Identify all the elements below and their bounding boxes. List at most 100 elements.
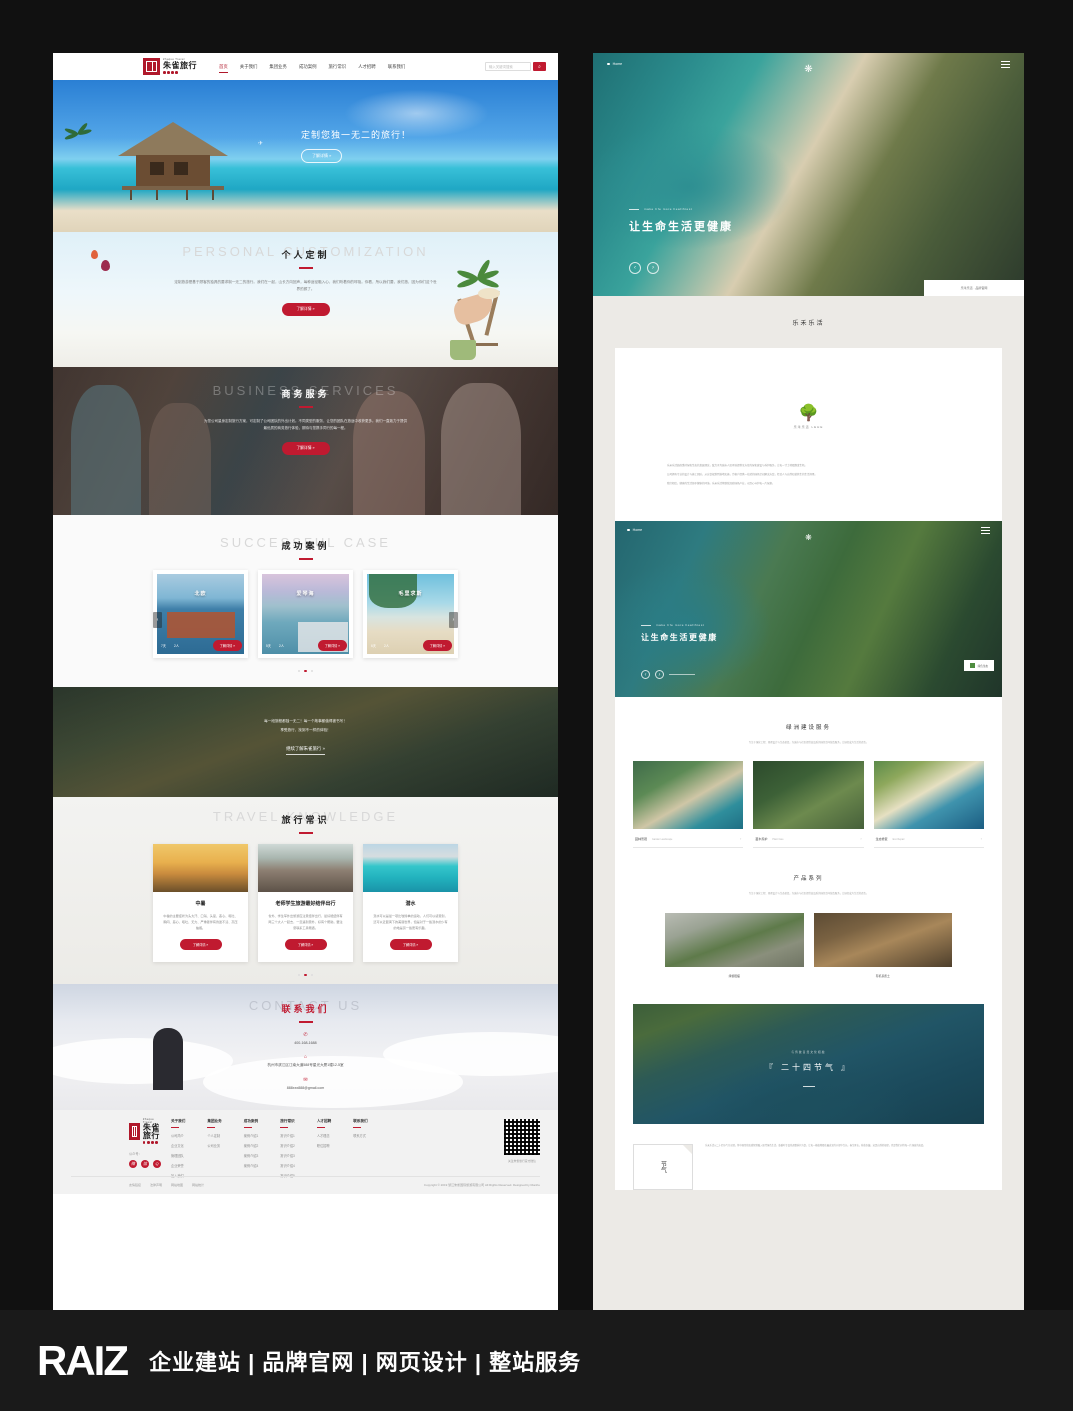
knowledge-card[interactable]: 潜水 潜水可以是最一项比较简单的运动，人们可以感受到，还可以近距离下的美丽世界，… (363, 843, 458, 962)
knowledge-cta-button[interactable]: 了解详情 » (284, 939, 327, 951)
search-icon[interactable]: ⌕ (533, 62, 546, 71)
footer-bottom-link[interactable]: 网站统计 (192, 1183, 204, 1187)
product-item[interactable]: 有机基质土 (813, 912, 952, 978)
knowledge-card[interactable]: 老师学生旅游最好结伴出行 省外、学生军外出旅游应注意结伴出行，最好能结伴有两三个… (258, 843, 353, 962)
portfolio-showcase: Zhuque Travel 朱雀旅行 首页 关于我们 集团业务 成功案例 旅行常… (0, 0, 1073, 1411)
service-item[interactable]: 生态修复 Eco Repair › (873, 761, 984, 849)
product-image-soil (813, 912, 952, 967)
case-card[interactable]: 爱琴海 5天 2人 了解详情 » (258, 569, 353, 658)
footer-link[interactable]: 常识介绍4 (280, 1163, 295, 1168)
quote-cta-link[interactable]: 继续了解朱雀旅行 » (286, 746, 325, 756)
nav-item-about[interactable]: 关于我们 (240, 64, 258, 70)
inner-snowflake-logo[interactable]: ❋ (805, 527, 812, 545)
last-article-body: 乐禾乐活以二十四节气为灵感，将中国传统农耕智慧融入现代绿色生活。依循时令变化调整… (705, 1144, 926, 1147)
circle-prev-icon[interactable]: ‹ (629, 262, 641, 274)
weibo-icon[interactable]: 微 (129, 1159, 137, 1168)
solar-terms-card[interactable]: 节气 (633, 1143, 693, 1190)
case-carousel-dots[interactable] (53, 669, 558, 673)
footer-link[interactable]: 人才理念 (317, 1133, 331, 1138)
footer-col-head[interactable]: 联系我们 (353, 1119, 368, 1128)
bs-cta-button[interactable]: 了解详情 » (281, 441, 330, 455)
nav-item-contact[interactable]: 联系我们 (388, 64, 406, 70)
pc-cta-button[interactable]: 了解详情 » (281, 302, 330, 316)
product-item[interactable]: 绿植租摆 (665, 912, 804, 978)
footer-link[interactable]: 常识介绍2 (280, 1143, 295, 1148)
case-card[interactable]: 毛里求斯 6天 2人 了解详情 » › (363, 569, 458, 658)
footer-link[interactable]: 管理团队 (171, 1153, 185, 1158)
footer-link[interactable]: 联系方式 (353, 1133, 367, 1138)
footer-link[interactable]: 企业文化 (171, 1143, 185, 1148)
chevron-left-icon[interactable]: ‹ (153, 611, 162, 628)
nav-item-knowledge[interactable]: 旅行常识 (329, 64, 347, 70)
footer-bottom-link[interactable]: 友情链接 (129, 1183, 141, 1187)
chevron-right-icon[interactable]: › (740, 836, 741, 841)
footer-bottom-link[interactable]: 网站地图 (171, 1183, 183, 1187)
hero-cta-button[interactable]: 了解详情 » (301, 149, 343, 163)
footer-link[interactable]: 案例介绍1 (244, 1133, 259, 1138)
case-title: 北欧 (194, 590, 207, 597)
service-image-plantcare (753, 761, 864, 830)
circle-next-icon[interactable]: › (647, 262, 659, 274)
footer-col-head[interactable]: 关于我们 (171, 1119, 185, 1128)
wechat-icon[interactable]: 信 (141, 1159, 149, 1168)
raiz-brand-bar: RAIZ 企业建站 | 品牌官网 | 网页设计 | 整站服务 (0, 1310, 1073, 1411)
green-tree-icon: 🌳 (798, 405, 819, 422)
nav-item-careers[interactable]: 人才招聘 (358, 64, 376, 70)
circle-prev-icon[interactable]: ‹ (641, 670, 650, 679)
left-logo[interactable]: Zhuque Travel 朱雀旅行 (143, 58, 197, 75)
footer-link[interactable]: 个人定制 (207, 1133, 221, 1138)
knowledge-cta-button[interactable]: 了解详情 » (389, 939, 432, 951)
footer-bottom-link[interactable]: 法律声明 (150, 1183, 162, 1187)
qr-caption: 关注朱雀旅行官方微信 (508, 1159, 536, 1163)
nav-item-business[interactable]: 集团业务 (269, 64, 287, 70)
contact-email[interactable]: 888xxx888@gmail.com (53, 1086, 558, 1090)
brand-band: 乐禾乐活 (593, 296, 1024, 348)
service-cap-cn: 园林景观 (635, 836, 648, 841)
search-input[interactable]: 输入关键词搜索 (485, 62, 531, 71)
seal-logo-icon (143, 58, 160, 75)
right-content-sheet: 🌳 乐禾乐活 LEHE 乐禾乐活始终秉持绿色生态的发展理念，致力于为城市人居环境… (615, 348, 1002, 1190)
snowflake-logo[interactable]: ❋ (804, 59, 812, 77)
footer-link[interactable]: 公司简介 (171, 1133, 185, 1138)
case-cta-button[interactable]: 了解详情 » (422, 639, 452, 651)
chevron-right-icon[interactable]: › (860, 836, 861, 841)
footer-link[interactable]: 职位招聘 (317, 1143, 331, 1148)
footer-logo[interactable]: Zhuque Travel 朱雀旅行 (129, 1118, 163, 1144)
chevron-right-icon[interactable]: › (981, 836, 982, 841)
progress-bar (669, 674, 695, 675)
hamburger-icon[interactable] (1001, 60, 1010, 68)
services-grid: 园林景观 Garden Landscape › 苗木养护 Plant Care … (615, 761, 1002, 849)
footer-col-head[interactable]: 旅行常识 (280, 1119, 295, 1128)
footer-link[interactable]: 常识介绍1 (280, 1133, 295, 1138)
footer-link[interactable]: 常识介绍3 (280, 1153, 295, 1158)
inner-home-link[interactable]: Home (627, 528, 642, 532)
footer-link[interactable]: 企业荣誉 (171, 1163, 185, 1168)
circle-next-icon[interactable]: › (655, 670, 664, 679)
knowledge-carousel-dots[interactable] (53, 973, 558, 977)
home-link[interactable]: Home (607, 62, 622, 66)
service-item[interactable]: 园林景观 Garden Landscape › (633, 761, 744, 849)
case-card[interactable]: 北欧 7天 2人 了解详情 » ‹ (153, 569, 248, 658)
footer-link[interactable]: 案例介绍2 (244, 1143, 259, 1148)
knowledge-card[interactable]: 中暑 中暑的主要症状为头大汗、口渴、头晕、恶心、呕吐、胸闷、恶心、呕吐、无力、严… (153, 843, 248, 962)
intro-paragraphs: 乐禾乐活始终秉持绿色生态的发展理念，致力于为城市人居环境提供全方位的绿化建设与养… (615, 429, 1002, 487)
nav-item-cases[interactable]: 成功案例 (299, 64, 317, 70)
knowledge-image-diving (363, 843, 458, 892)
case-cta-button[interactable]: 了解详情 » (212, 639, 242, 651)
footer-link[interactable]: 公司业务 (207, 1143, 221, 1148)
inner-hamburger-icon[interactable] (981, 526, 990, 534)
chevron-right-icon[interactable]: › (449, 611, 458, 628)
products-desc: 专注于绿化工程、景观设计与生态修复，为城市与社区提供高品质的绿色空间营造服务，让… (748, 892, 869, 896)
qq-icon[interactable]: Q (153, 1159, 161, 1168)
knowledge-cta-button[interactable]: 了解详情 » (179, 939, 222, 951)
footer-link[interactable]: 案例介绍4 (244, 1163, 259, 1168)
footer-col-head[interactable]: 成功案例 (243, 1119, 259, 1128)
nav-item-home[interactable]: 首页 (219, 64, 228, 73)
service-item[interactable]: 苗木养护 Plant Care › (753, 761, 864, 849)
contact-phone[interactable]: 400-168-1688 (53, 1041, 558, 1045)
footer-col-head[interactable]: 人才招聘 (316, 1119, 331, 1128)
footer-logo-cn: 朱雀旅行 (142, 1123, 160, 1141)
footer-col-head[interactable]: 集团业务 (207, 1119, 222, 1128)
case-cta-button[interactable]: 了解详情 » (317, 639, 347, 651)
footer-link[interactable]: 案例介绍3 (244, 1153, 259, 1158)
